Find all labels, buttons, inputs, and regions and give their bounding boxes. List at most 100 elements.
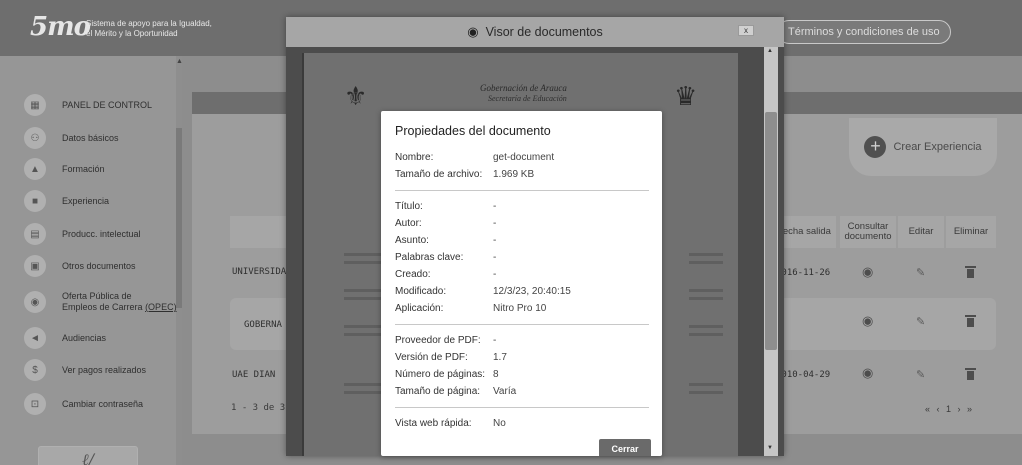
trash-lid: [965, 368, 976, 370]
signature-image: ℓ∕: [38, 446, 138, 465]
globe-icon: ◉: [24, 291, 46, 313]
sidebar-item-label: PANEL DE CONTROL: [62, 99, 153, 110]
sidebar-item-panel-de-control[interactable]: ▦ PANEL DE CONTROL: [24, 93, 152, 117]
trash-icon[interactable]: [965, 368, 976, 380]
property-key: Proveedor de PDF:: [395, 335, 481, 346]
sidebar-item-datos-basicos[interactable]: ⚇ Datos básicos: [24, 126, 119, 150]
property-value: -: [493, 269, 497, 280]
pagination-info: 1 - 3 de 3: [231, 403, 286, 413]
sidebar-item-formacion[interactable]: ▲ Formación: [24, 157, 105, 181]
sidebar-item-cambiar-contrasena[interactable]: ⊡ Cambiar contraseña: [24, 392, 143, 416]
table-cell-entity: GOBERNA: [244, 320, 282, 330]
property-value: Nitro Pro 10: [493, 303, 547, 314]
property-value: -: [493, 252, 497, 263]
terms-button[interactable]: Términos y condiciones de uso: [777, 20, 951, 44]
pencil-icon[interactable]: ✎: [916, 368, 925, 381]
doc-text-line: [689, 383, 723, 386]
sidebar-item-label: Formación: [62, 163, 105, 174]
sidebar-item-audiencias[interactable]: ◄ Audiencias: [24, 326, 106, 350]
property-key: Nombre:: [395, 152, 434, 163]
trash-body: [967, 371, 974, 380]
sidebar-item-opec[interactable]: ◉ Oferta Pública de Empleos de Carrera (…: [24, 287, 177, 317]
sidebar-item-label-line1: Oferta Pública de: [62, 291, 132, 301]
scroll-up-icon[interactable]: ▲: [767, 48, 773, 54]
viewer-close-button[interactable]: x: [738, 25, 754, 36]
sidebar-item-otros-documentos[interactable]: ▣ Otros documentos: [24, 254, 136, 278]
doc-text-line: [689, 297, 723, 300]
property-value: 1.969 KB: [493, 169, 535, 180]
trash-icon[interactable]: [965, 315, 976, 327]
property-value: 8: [493, 369, 499, 380]
column-header-editar: Editar: [898, 216, 944, 248]
viewer-header: ◉ Visor de documentos: [286, 17, 784, 47]
property-row: Proveedor de PDF: -: [395, 332, 649, 349]
app-logo[interactable]: 5mo Sistema de apoyo para la Igualdad, e…: [30, 12, 212, 46]
property-key: Número de páginas:: [395, 369, 486, 380]
property-value: 12/3/23, 20:40:15: [493, 286, 571, 297]
crear-experiencia-button[interactable]: + Crear Experiencia: [849, 118, 997, 176]
dollar-icon: $: [24, 359, 46, 381]
divider: [395, 407, 649, 408]
book-icon: ▤: [24, 223, 46, 245]
eye-icon[interactable]: ◉: [862, 265, 876, 278]
property-key: Tamaño de página:: [395, 386, 481, 397]
logo-text-line2: el Mérito y la Oportunidad: [86, 29, 178, 38]
property-key: Modificado:: [395, 286, 447, 297]
pencil-icon[interactable]: ✎: [916, 315, 925, 328]
doc-text-line: [689, 333, 723, 336]
eye-icon[interactable]: ◉: [862, 366, 876, 379]
sidebar-item-label: Cambiar contraseña: [62, 398, 144, 409]
cerrar-button[interactable]: Cerrar: [599, 439, 651, 456]
pencil-icon[interactable]: ✎: [916, 266, 925, 279]
table-cell-entity: UAE DIAN: [232, 370, 276, 380]
property-value: -: [493, 335, 497, 346]
trash-lid: [965, 266, 976, 268]
property-row: Número de páginas: 8: [395, 366, 649, 383]
logo-text: Sistema de apoyo para la Igualdad, el Mé…: [86, 19, 256, 39]
document-icon: ▣: [24, 255, 46, 277]
property-key: Tamaño de archivo:: [395, 169, 483, 180]
megaphone-icon: ◄: [24, 327, 46, 349]
sidebar-item-label: Oferta Pública de Empleos de Carrera (OP…: [62, 291, 177, 313]
sidebar-item-producc-intelectual[interactable]: ▤ Producc. intelectual: [24, 222, 141, 246]
scroll-down-icon[interactable]: ▼: [767, 445, 773, 451]
sidebar-item-label: Audiencias: [62, 332, 107, 343]
plus-icon: +: [864, 136, 887, 158]
crest-left-icon: ⚜: [344, 81, 368, 111]
trash-body: [967, 318, 974, 327]
property-value: Varía: [493, 386, 517, 397]
property-row: Tamaño de página: Varía: [395, 383, 649, 400]
crear-experiencia-label: Crear Experiencia: [893, 141, 982, 153]
sidebar-item-label-line2: Empleos de Carrera: [62, 302, 143, 312]
eye-icon[interactable]: ◉: [862, 314, 876, 327]
sidebar-item-ver-pagos[interactable]: $ Ver pagos realizados: [24, 358, 146, 382]
property-key: Autor:: [395, 218, 422, 229]
sidebar-item-label: Datos básicos: [62, 132, 119, 143]
table-cell-entity: UNIVERSIDA: [232, 267, 287, 277]
sidebar-item-experiencia[interactable]: ■ Experiencia: [24, 189, 109, 213]
graduation-icon: ▲: [24, 158, 46, 180]
property-value: -: [493, 218, 497, 229]
eye-icon: ◉: [467, 24, 479, 39]
crest-right-icon: ♛: [674, 81, 698, 111]
column-header-eliminar: Eliminar: [946, 216, 996, 248]
logo-mark: 5mo: [30, 12, 91, 42]
opec-link[interactable]: (OPEC): [145, 302, 177, 312]
trash-icon[interactable]: [965, 266, 976, 278]
property-row: Vista web rápida: No: [395, 415, 649, 432]
trash-body: [967, 269, 974, 278]
properties-list: Nombre: get-document Tamaño de archivo: 1.…: [395, 149, 649, 432]
property-row: Aplicación: Nitro Pro 10: [395, 300, 649, 317]
briefcase-icon: ■: [24, 190, 46, 212]
property-value: No: [493, 418, 506, 429]
property-key: Versión de PDF:: [395, 352, 468, 363]
property-row: Tamaño de archivo: 1.969 KB: [395, 166, 649, 183]
property-row: Título: -: [395, 198, 649, 215]
logo-text-line1: Sistema de apoyo para la Igualdad,: [86, 19, 212, 28]
property-value: -: [493, 201, 497, 212]
pagination-controls[interactable]: « ‹ 1 › »: [925, 404, 974, 414]
property-row: Nombre: get-document: [395, 149, 649, 166]
property-row: Asunto: -: [395, 232, 649, 249]
doc-text-line: [689, 325, 723, 328]
viewer-scrollbar-thumb[interactable]: [765, 112, 777, 350]
